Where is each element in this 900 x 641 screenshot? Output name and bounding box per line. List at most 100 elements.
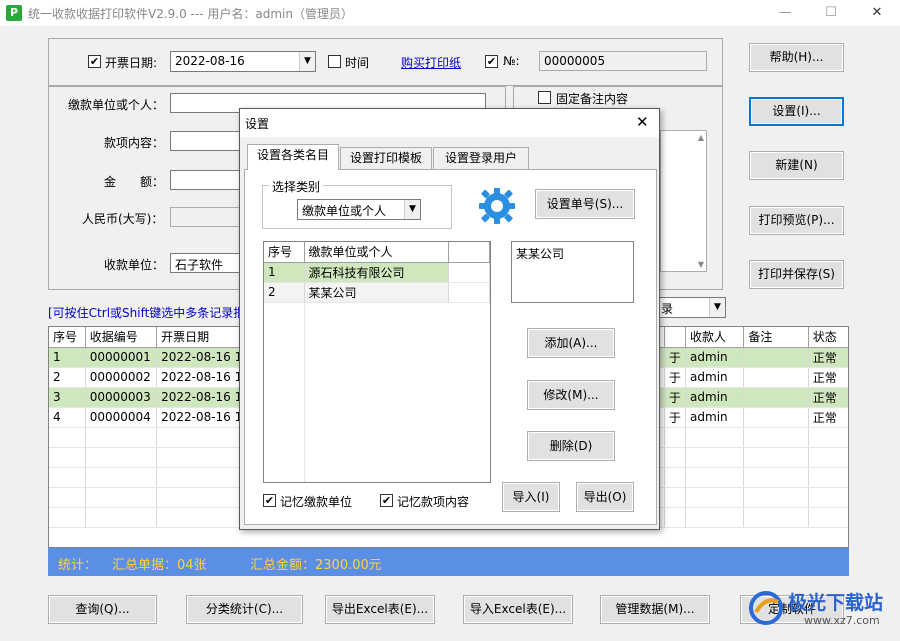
remember-payer-label: 记忆缴款单位: [280, 495, 353, 509]
import-excel-button[interactable]: 导入Excel表(E)...: [463, 595, 573, 624]
column-header[interactable]: 收据编号: [85, 327, 158, 348]
amount-field[interactable]: [170, 170, 240, 190]
item-field[interactable]: [170, 131, 240, 151]
column-header[interactable]: [664, 327, 687, 348]
category-select[interactable]: 缴款单位或个人 ▼: [297, 199, 421, 220]
cell-payee: admin: [685, 387, 745, 408]
dialog-close-icon[interactable]: ✕: [636, 113, 649, 131]
date-picker[interactable]: 2022-08-16 ▼: [170, 51, 316, 72]
receiver-field[interactable]: 石子软件: [170, 253, 240, 273]
date-label: 开票日期:: [105, 56, 158, 70]
minimize-button[interactable]: —: [762, 0, 808, 26]
settings-dialog[interactable]: 设置 ✕ 设置各类名目 设置打印模板 设置登录用户 选择类别 缴款单位或个人 ▼: [239, 108, 660, 530]
category-group-label: 选择类别: [269, 178, 324, 195]
tab-page: 选择类别 缴款单位或个人 ▼ 设置单号(S)... 序号 缴款单位或个人 1 源…: [244, 169, 657, 525]
category-stats-button[interactable]: 分类统计(C)...: [186, 595, 303, 624]
count-summary: 汇总单据：04张: [112, 558, 207, 573]
column-header[interactable]: 状态: [808, 327, 848, 348]
cell-no: 3: [49, 387, 86, 408]
dialog-title: 设置: [245, 117, 270, 131]
payer-label: 缴款单位或个人：: [68, 98, 165, 112]
records-filter-select[interactable]: 录 ▼: [656, 297, 726, 318]
receiver-label: 收款单位：: [104, 258, 165, 272]
cell-status: 正常: [808, 367, 848, 388]
list-column-header[interactable]: 缴款单位或个人: [304, 242, 449, 263]
date-value: 2022-08-16: [175, 54, 245, 68]
settings-button[interactable]: 设置(I)...: [749, 97, 844, 126]
column-header[interactable]: 备注: [743, 327, 809, 348]
list-column-header: [448, 242, 490, 263]
help-button[interactable]: 帮助(H)...: [749, 43, 844, 72]
title-bar: P 统一收款收据打印软件V2.9.0 --- 用户名：admin（管理员） — …: [0, 0, 900, 26]
tab-name-categories[interactable]: 设置各类名目: [247, 144, 339, 170]
cell-receipt: 00000003: [85, 387, 158, 408]
scroll-down-icon[interactable]: ▼: [698, 260, 704, 269]
buy-paper-link[interactable]: 购买打印纸: [401, 54, 461, 71]
category-items-list[interactable]: 序号 缴款单位或个人 1 源石科技有限公司 2 某某公司: [263, 241, 491, 483]
new-button[interactable]: 新建(N): [749, 151, 844, 180]
amount-summary: 汇总金额：2300.00元: [250, 558, 382, 573]
remember-payer-checkbox[interactable]: ✔: [263, 494, 276, 507]
rmb-uppercase-field: [170, 207, 240, 227]
amount-label: 金 额：: [104, 175, 165, 189]
cell-status: 正常: [808, 407, 848, 428]
print-save-button[interactable]: 打印并保存(S): [749, 260, 844, 289]
watermark: 极光下载站 www.xz7.com: [748, 586, 894, 634]
dropdown-arrow-icon: ▼: [299, 52, 315, 71]
list-item[interactable]: 1 源石科技有限公司: [264, 262, 490, 283]
list-item[interactable]: 2 某某公司: [264, 282, 490, 303]
close-button[interactable]: ✕: [854, 0, 900, 26]
tab-login-users[interactable]: 设置登录用户: [433, 147, 529, 169]
cell-receipt: 00000001: [85, 347, 158, 368]
fixed-note-label: 固定备注内容: [556, 92, 629, 106]
cell-note: [743, 407, 809, 428]
cell-mid: 于: [664, 347, 687, 368]
dropdown-arrow-icon: ▼: [709, 298, 725, 317]
import-button[interactable]: 导入(I): [502, 482, 560, 512]
tab-print-template[interactable]: 设置打印模板: [340, 147, 432, 169]
fixed-note-checkbox[interactable]: [538, 91, 551, 104]
time-label: 时间: [345, 56, 370, 70]
cell-receipt: 00000002: [85, 367, 158, 388]
scroll-up-icon[interactable]: ▲: [698, 133, 704, 142]
export-button[interactable]: 导出(O): [576, 482, 634, 512]
column-header[interactable]: 序号: [49, 327, 86, 348]
note-textarea[interactable]: ▲ ▼: [660, 130, 707, 272]
cell-mid: 于: [664, 407, 687, 428]
cell-note: [743, 347, 809, 368]
dialog-title-bar[interactable]: 设置 ✕: [240, 109, 659, 137]
query-button[interactable]: 查询(Q)...: [48, 595, 157, 624]
modify-button[interactable]: 修改(M)...: [527, 380, 615, 410]
list-header-row: 序号 缴款单位或个人: [264, 242, 490, 263]
item-edit-box[interactable]: 某某公司: [511, 241, 634, 303]
item-label: 款项内容：: [104, 136, 165, 150]
list-item-name: 源石科技有限公司: [304, 262, 449, 283]
gear-icon: [479, 188, 515, 224]
manage-data-button[interactable]: 管理数据(M)...: [600, 595, 710, 624]
cell-no: 1: [49, 347, 86, 368]
print-preview-button[interactable]: 打印预览(P)...: [749, 206, 844, 235]
maximize-button[interactable]: ☐: [808, 0, 854, 26]
watermark-brand: 极光下载站: [788, 592, 884, 614]
cell-payee: admin: [685, 407, 745, 428]
time-checkbox[interactable]: [328, 55, 341, 68]
remember-item-checkbox[interactable]: ✔: [380, 494, 393, 507]
column-header[interactable]: 收款人: [685, 327, 745, 348]
cell-mid: 于: [664, 367, 687, 388]
no-checkbox[interactable]: ✔: [485, 55, 498, 68]
set-number-button[interactable]: 设置单号(S)...: [535, 189, 635, 219]
cell-payee: admin: [685, 347, 745, 368]
export-excel-button[interactable]: 导出Excel表(E)...: [325, 595, 435, 624]
add-button[interactable]: 添加(A)...: [527, 328, 615, 358]
date-checkbox[interactable]: ✔: [88, 55, 101, 68]
rmb-uppercase-label: 人民币(大写)：: [82, 212, 164, 226]
multi-select-hint: [可按住Ctrl或Shift键选中多条记录批: [48, 306, 246, 320]
stat-label: 统计：: [58, 558, 98, 573]
watermark-url: www.xz7.com: [804, 614, 880, 627]
delete-button[interactable]: 删除(D): [527, 431, 615, 461]
receipt-no-field[interactable]: 00000005: [539, 51, 707, 71]
receipt-no-label: №:: [503, 54, 520, 68]
cell-no: 4: [49, 407, 86, 428]
dropdown-arrow-icon: ▼: [404, 200, 420, 219]
list-column-header[interactable]: 序号: [264, 242, 305, 263]
